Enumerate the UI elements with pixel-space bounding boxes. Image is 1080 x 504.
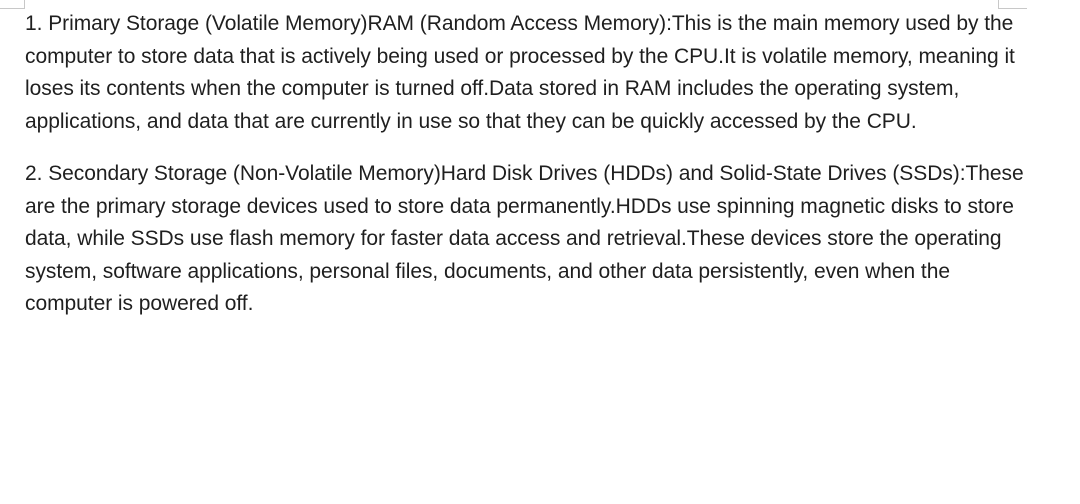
paragraph-secondary-storage[interactable]: 2. Secondary Storage (Non-Volatile Memor… xyxy=(25,158,1025,321)
paragraph-primary-storage[interactable]: 1. Primary Storage (Volatile Memory)RAM … xyxy=(25,8,1025,138)
left-margin-mark xyxy=(0,0,25,9)
document-page: 1. Primary Storage (Volatile Memory)RAM … xyxy=(0,0,1080,504)
document-body[interactable]: 1. Primary Storage (Volatile Memory)RAM … xyxy=(25,8,1025,321)
